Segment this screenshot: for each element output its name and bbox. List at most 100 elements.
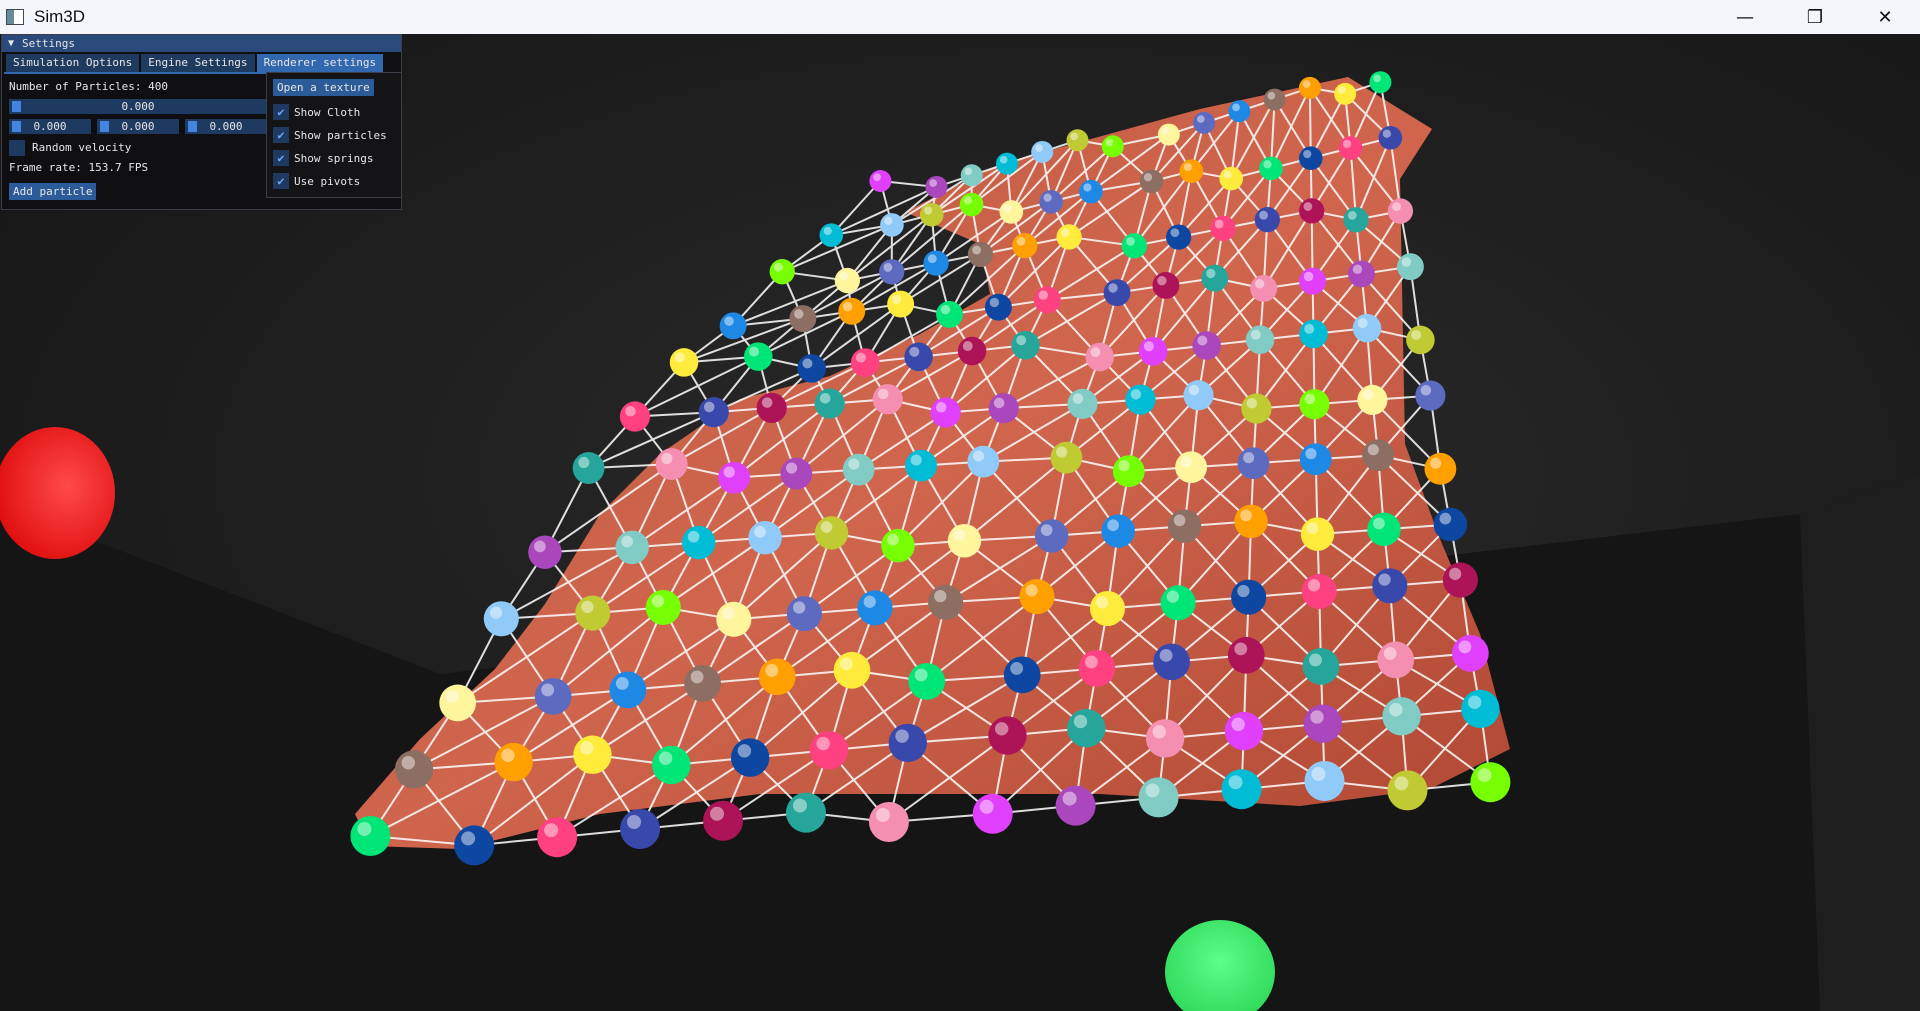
particle — [930, 397, 961, 428]
main-slider[interactable]: 0.000 — [9, 99, 267, 114]
particle-highlight — [819, 393, 831, 404]
particle-highlight — [674, 352, 685, 363]
slider-y-value: 0.000 — [121, 120, 155, 133]
particle-highlight — [1303, 271, 1314, 282]
checkmark-icon[interactable]: ✔ — [273, 127, 289, 143]
particle — [1369, 71, 1392, 94]
particle-highlight — [1152, 724, 1167, 739]
show-cloth-option[interactable]: ✔ Show Cloth — [273, 104, 360, 120]
particle-highlight — [1304, 393, 1316, 405]
particle — [1066, 129, 1089, 152]
particle-highlight — [544, 823, 559, 838]
particle — [1138, 777, 1179, 818]
checkmark-icon[interactable]: ✔ — [273, 104, 289, 120]
slider-x[interactable]: 0.000 — [9, 119, 91, 134]
particle-highlight — [1070, 132, 1079, 141]
particle-highlight — [765, 663, 779, 677]
particle — [1298, 76, 1321, 99]
particle — [838, 297, 866, 325]
slider-y[interactable]: 0.000 — [97, 119, 179, 134]
show-springs-option[interactable]: ✔ Show springs — [273, 150, 373, 166]
particle — [1343, 207, 1369, 233]
settings-title-bar[interactable]: ▼ Settings — [2, 35, 401, 52]
add-particle-button[interactable]: Add particle — [9, 183, 97, 200]
particle-highlight — [1362, 389, 1374, 400]
checkmark-icon[interactable]: ✔ — [273, 173, 289, 189]
particle-highlight — [1342, 139, 1352, 149]
particle — [888, 723, 927, 763]
particle — [719, 312, 747, 340]
particle-highlight — [1161, 126, 1170, 135]
particle — [575, 595, 611, 631]
particle — [1167, 509, 1202, 543]
particle-highlight — [935, 401, 947, 413]
particle-highlight — [1056, 446, 1068, 458]
particle — [684, 664, 721, 702]
particle-highlight — [953, 529, 966, 541]
particle — [1153, 643, 1190, 681]
particle — [1367, 512, 1401, 547]
particle-highlight — [1303, 149, 1312, 159]
particle-highlight — [703, 401, 715, 413]
tab-simulation-options[interactable]: Simulation Options — [6, 54, 140, 72]
particle-highlight — [964, 167, 973, 176]
slider-z-value: 0.000 — [209, 120, 243, 133]
particle-highlight — [1232, 103, 1240, 112]
particle — [1145, 719, 1185, 758]
tab-renderer-settings[interactable]: Renderer settings — [256, 54, 384, 72]
particle — [881, 528, 915, 563]
particle-highlight — [909, 346, 920, 357]
show-particles-label: Show particles — [294, 128, 387, 142]
particle-count-label: Number of Particles: 400 — [9, 80, 168, 93]
checkmark-icon[interactable]: ✔ — [273, 150, 289, 166]
particle-highlight — [1392, 202, 1402, 212]
particle-highlight — [1383, 646, 1397, 660]
particle-highlight — [993, 397, 1005, 409]
particle-highlight — [979, 799, 994, 814]
restore-button[interactable]: ❐ — [1780, 0, 1850, 34]
particle — [1193, 111, 1216, 134]
particle — [1382, 697, 1421, 736]
particle — [957, 336, 987, 366]
close-button[interactable]: ✕ — [1850, 0, 1920, 34]
particle — [1112, 455, 1145, 488]
minimize-button[interactable]: — — [1710, 0, 1780, 34]
particle — [1424, 452, 1457, 485]
particle-highlight — [1352, 264, 1363, 274]
collapse-triangle-icon[interactable]: ▼ — [8, 38, 14, 49]
particle-highlight — [873, 173, 881, 181]
particle — [1219, 166, 1243, 191]
particle — [1101, 514, 1135, 548]
particle-highlight — [963, 196, 973, 205]
particle — [785, 792, 826, 833]
red-sphere — [0, 427, 115, 559]
particle-highlight — [1118, 460, 1130, 472]
particle-highlight — [1016, 236, 1026, 246]
particle — [1299, 198, 1325, 224]
particle-highlight — [621, 535, 634, 548]
random-velocity-checkbox[interactable] — [9, 140, 25, 156]
particle-highlight — [823, 226, 832, 236]
particle — [681, 525, 716, 560]
particle — [1003, 656, 1041, 694]
particle-highlight — [1083, 183, 1092, 192]
particle — [730, 738, 770, 777]
particle-highlight — [1231, 717, 1245, 732]
particle — [483, 601, 519, 637]
particle-highlight — [1072, 393, 1084, 404]
show-particles-option[interactable]: ✔ Show particles — [273, 127, 387, 143]
particle — [833, 651, 871, 689]
particle — [718, 461, 750, 494]
particle — [698, 397, 729, 428]
tab-engine-settings[interactable]: Engine Settings — [141, 54, 255, 72]
use-pivots-option[interactable]: ✔ Use pivots — [273, 173, 360, 189]
slider-z[interactable]: 0.000 — [185, 119, 267, 134]
particle — [1377, 641, 1415, 679]
particle-highlight — [895, 729, 909, 743]
particle-highlight — [625, 405, 636, 417]
particle — [1192, 331, 1221, 360]
open-texture-button[interactable]: Open a texture — [273, 79, 374, 96]
particle — [1304, 761, 1345, 801]
particle-highlight — [972, 450, 985, 462]
particle-highlight — [840, 657, 853, 671]
